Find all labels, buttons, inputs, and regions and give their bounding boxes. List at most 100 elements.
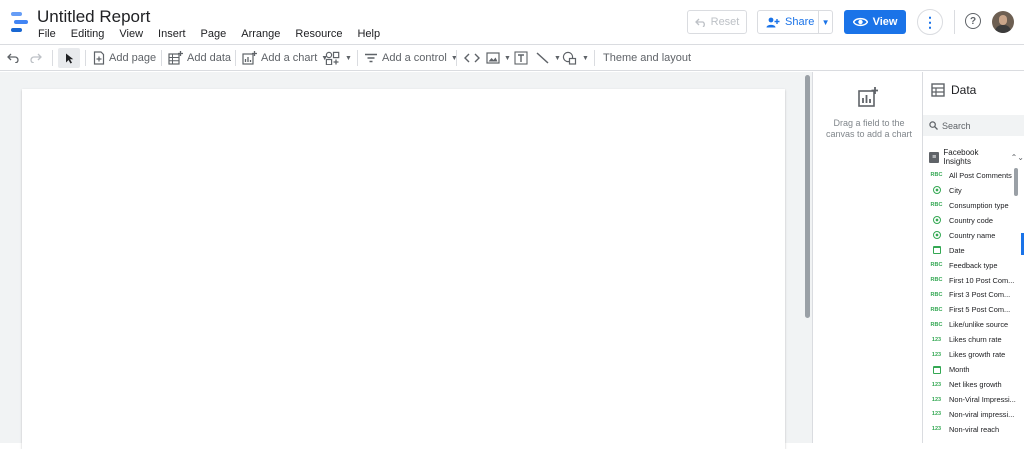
share-main[interactable]: Share (758, 11, 820, 33)
globe-icon (932, 216, 941, 225)
field-name: City (949, 185, 962, 195)
undo-button[interactable] (7, 48, 23, 68)
share-dropdown-caret-icon[interactable]: ▼ (819, 18, 832, 27)
text-type-icon: RBC (930, 291, 943, 298)
menu-insert[interactable]: Insert (158, 28, 186, 40)
menu-editing[interactable]: Editing (71, 28, 105, 40)
field-item[interactable]: 123 Non-Viral Impressi... (929, 392, 1019, 407)
theme-and-layout-label: Theme and layout (603, 52, 692, 64)
search-icon (929, 121, 938, 130)
user-avatar[interactable] (992, 11, 1014, 33)
menu-page[interactable]: Page (201, 28, 227, 40)
text-box-icon (514, 51, 528, 65)
image-button[interactable]: ▼ (486, 48, 511, 68)
text-button[interactable] (514, 48, 528, 68)
community-viz-button[interactable]: ▼ (325, 48, 352, 68)
number-type-icon: 123 (931, 396, 942, 403)
data-table-icon (931, 83, 945, 97)
reset-button[interactable]: Reset (687, 10, 747, 34)
redo-button[interactable] (30, 48, 46, 68)
field-item[interactable]: RBC First 5 Post Com... (929, 302, 1019, 317)
select-tool-button[interactable] (58, 48, 80, 68)
shape-button[interactable]: ▼ (562, 48, 589, 68)
field-name: Country name (949, 230, 996, 240)
toolbar-divider (235, 50, 236, 66)
looker-studio-logo-icon[interactable] (8, 9, 30, 35)
text-type-icon: RBC (930, 277, 943, 284)
properties-panel: Drag a field to the canvas to add a char… (812, 72, 922, 443)
data-panel-title: Data (951, 83, 977, 97)
field-item[interactable]: RBC First 3 Post Com... (929, 288, 1019, 303)
add-control-button[interactable]: Add a control ▼ (364, 48, 458, 68)
field-name: First 10 Post Com... (949, 275, 1015, 285)
add-page-button[interactable]: Add page (93, 48, 156, 68)
help-icon[interactable]: ? (965, 13, 981, 29)
field-name: First 3 Post Com... (949, 290, 1011, 300)
menu-resource[interactable]: Resource (295, 28, 342, 40)
more-options-icon[interactable]: ⋮ (917, 9, 943, 35)
report-title[interactable]: Untitled Report (37, 7, 150, 27)
toolbar-divider (456, 50, 457, 66)
menu-view[interactable]: View (119, 28, 143, 40)
chevron-down-icon: ▼ (504, 54, 511, 62)
undo-icon (694, 18, 705, 27)
chevron-down-icon: ▼ (582, 54, 589, 62)
field-item[interactable]: 123 Non-viral reach (929, 422, 1019, 437)
field-item[interactable]: Country code (929, 213, 1019, 228)
field-item[interactable]: City (929, 183, 1019, 198)
field-name: All Post Comments (949, 170, 1012, 180)
reset-label: Reset (710, 16, 740, 28)
number-type-icon: 123 (931, 336, 942, 343)
data-source-name: Facebook Insights (943, 148, 979, 166)
field-name: Non-viral reach (949, 424, 1000, 434)
field-item[interactable]: RBC Like/unlike source (929, 317, 1019, 332)
field-name: Like/unlike source (949, 320, 1009, 330)
menu-file[interactable]: File (38, 28, 56, 40)
report-canvas-area[interactable] (0, 72, 812, 449)
field-list-scrollbar[interactable] (1014, 168, 1018, 196)
theme-and-layout-button[interactable]: Theme and layout (603, 48, 691, 68)
text-type-icon: RBC (930, 306, 943, 313)
data-source-icon: ≡ (929, 151, 940, 163)
field-item[interactable]: RBC Feedback type (929, 258, 1019, 273)
search-placeholder: Search (942, 120, 971, 131)
field-item[interactable]: 123 Net likes growth (929, 377, 1019, 392)
add-person-icon (766, 17, 780, 27)
text-type-icon: RBC (930, 172, 943, 179)
field-item[interactable]: 123 Likes churn rate (929, 332, 1019, 347)
field-item[interactable]: Month (929, 362, 1019, 377)
canvas-scrollbar[interactable] (805, 75, 810, 318)
add-data-button[interactable]: Add data (168, 48, 231, 68)
field-name: First 5 Post Com... (949, 305, 1011, 315)
field-item[interactable]: Country name (929, 228, 1019, 243)
eye-icon (852, 17, 868, 27)
menu-help[interactable]: Help (357, 28, 380, 40)
field-item[interactable]: Date (929, 243, 1019, 258)
data-source-header[interactable]: ≡ Facebook Insights ⌃⌄ (929, 148, 1024, 166)
field-search-input[interactable]: Search (923, 115, 1024, 136)
field-item[interactable]: RBC First 10 Post Com... (929, 273, 1019, 288)
chevron-down-icon: ▼ (554, 54, 561, 62)
field-name: Non-viral impressi... (949, 409, 1015, 419)
field-item[interactable]: RBC All Post Comments (929, 168, 1019, 183)
image-icon (486, 52, 500, 64)
field-item[interactable]: RBC Consumption type (929, 198, 1019, 213)
field-item[interactable]: 123 Non-viral impressi... (929, 407, 1019, 422)
field-name: Likes growth rate (949, 350, 1006, 360)
data-panel-header: Data (931, 83, 976, 97)
add-data-icon (168, 51, 183, 65)
menu-bar: File Editing View Insert Page Arrange Re… (38, 28, 395, 40)
share-button[interactable]: Share ▼ (757, 10, 833, 34)
field-name: Likes churn rate (949, 335, 1002, 345)
collapse-icon[interactable]: ⌃⌄ (1011, 153, 1024, 162)
embed-url-button[interactable] (464, 48, 480, 68)
line-button[interactable]: ▼ (536, 48, 561, 68)
report-page[interactable] (22, 89, 785, 449)
add-chart-button[interactable]: Add a chart ▼ (242, 48, 328, 68)
menu-arrange[interactable]: Arrange (241, 28, 280, 40)
field-list: RBC All Post Comments City RBC Consumption t… (929, 168, 1019, 437)
field-item[interactable]: 123 Likes growth rate (929, 347, 1019, 362)
calendar-icon (932, 246, 941, 255)
number-type-icon: 123 (931, 411, 942, 418)
view-button[interactable]: View (844, 10, 906, 34)
